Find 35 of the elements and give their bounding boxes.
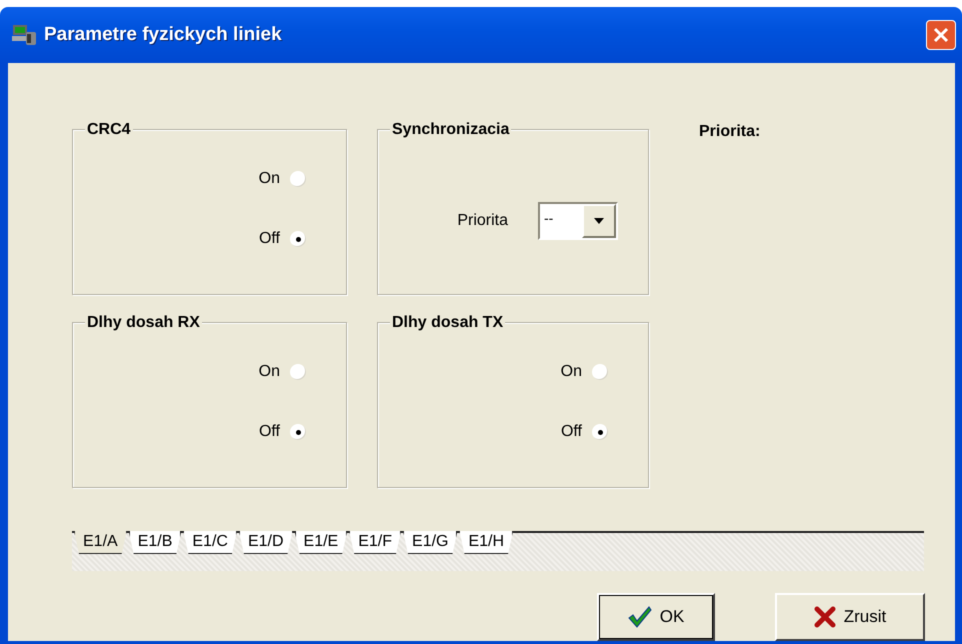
computer-icon: [12, 24, 38, 46]
close-icon: [932, 26, 950, 44]
tab[interactable]: E1/E: [294, 531, 348, 554]
window-title: Parametre fyzickych liniek: [44, 24, 283, 46]
radio-label: On: [258, 363, 280, 381]
close-button[interactable]: [926, 20, 956, 50]
dropdown-arrow-icon: [594, 218, 604, 224]
radio-button[interactable]: [592, 364, 608, 380]
field-label: Priorita: [457, 212, 508, 230]
priority-label: Priorita:: [699, 123, 760, 141]
cancel-button[interactable]: Zrusit: [775, 593, 925, 641]
tab[interactable]: E1/H: [459, 531, 514, 554]
radio-label: Off: [258, 423, 280, 441]
tab[interactable]: E1/F: [349, 531, 402, 554]
tab[interactable]: E1/G: [403, 531, 458, 554]
radio-button[interactable]: [290, 171, 306, 187]
cross-icon: [814, 606, 836, 628]
radio-label: On: [258, 170, 280, 188]
radio-label: Off: [258, 230, 280, 248]
tab[interactable]: E1/D: [238, 531, 293, 554]
dropdown[interactable]: --: [538, 202, 618, 240]
tab[interactable]: E1/A: [74, 531, 127, 554]
radio-button[interactable]: [290, 364, 306, 380]
group-title: Synchronizacia: [390, 121, 512, 139]
group-title: Dlhy dosah TX: [390, 314, 506, 332]
ok-button[interactable]: OK: [597, 593, 715, 641]
radio-button[interactable]: [592, 424, 608, 440]
group-title: Dlhy dosah RX: [85, 314, 202, 332]
tab[interactable]: E1/B: [128, 531, 182, 554]
tab[interactable]: E1/C: [183, 531, 237, 554]
radio-button[interactable]: [290, 231, 306, 247]
checkmark-icon: [628, 606, 652, 628]
radio-button[interactable]: [290, 424, 306, 440]
radio-label: On: [560, 363, 582, 381]
radio-label: Off: [560, 423, 582, 441]
